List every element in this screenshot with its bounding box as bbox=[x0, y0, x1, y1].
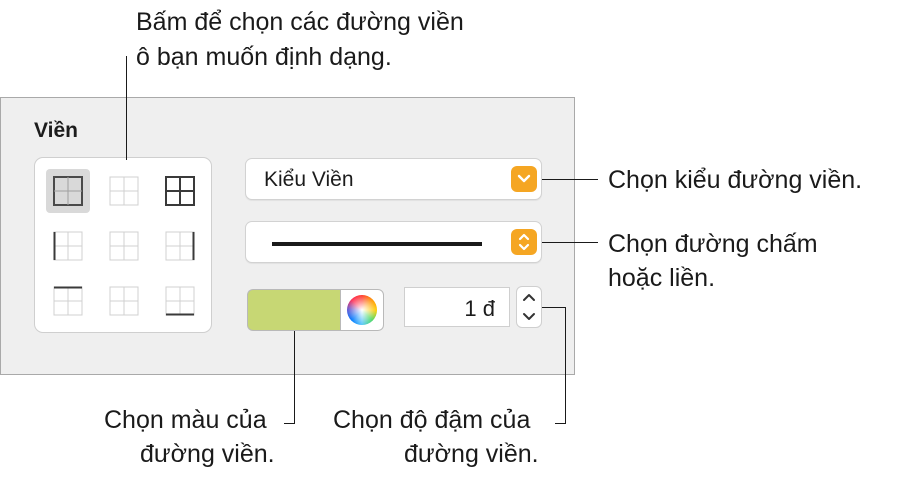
callout-select-borders-line2: ô bạn muốn định dạng. bbox=[136, 43, 392, 71]
chevron-down-icon bbox=[523, 313, 535, 320]
decrease-width-button[interactable] bbox=[517, 307, 541, 327]
border-option-inside-vertical[interactable] bbox=[102, 224, 146, 268]
border-style-value: Kiểu Viền bbox=[264, 168, 354, 191]
border-selection-grid bbox=[34, 157, 212, 333]
border-section-title: Viền bbox=[34, 119, 78, 142]
border-option-all[interactable] bbox=[158, 169, 202, 213]
callout-line-color bbox=[294, 331, 295, 423]
color-wheel-icon bbox=[347, 295, 377, 325]
border-option-outer-selected[interactable] bbox=[46, 169, 90, 213]
callout-line-type-line2: hoặc liền. bbox=[608, 264, 716, 292]
callout-line-weight-v bbox=[565, 307, 566, 423]
border-width-value: 1 đ bbox=[464, 296, 495, 321]
callout-line-weight-tick bbox=[555, 423, 566, 424]
border-option-bottom[interactable] bbox=[158, 279, 202, 323]
up-down-chevron-icon bbox=[518, 233, 530, 251]
callout-line-linetype bbox=[542, 242, 598, 243]
callout-color-line2: đường viền. bbox=[140, 440, 275, 468]
border-outer-icon bbox=[53, 176, 83, 206]
border-inside-vertical-icon bbox=[109, 231, 139, 261]
border-style-dropdown-button[interactable] bbox=[511, 166, 537, 192]
callout-line-style bbox=[542, 179, 598, 180]
border-width-stepper bbox=[516, 286, 542, 328]
callout-line-borders bbox=[126, 56, 127, 160]
chevron-down-icon bbox=[517, 174, 531, 183]
border-all-icon bbox=[165, 176, 195, 206]
border-top-icon bbox=[53, 286, 83, 316]
border-left-icon bbox=[53, 231, 83, 261]
callout-line-color-tick bbox=[284, 423, 295, 424]
callout-select-borders-line1: Bấm để chọn các đường viền bbox=[136, 8, 464, 36]
callout-line-weight-h bbox=[542, 307, 566, 308]
border-right-icon bbox=[165, 231, 195, 261]
border-inside-horizontal-icon bbox=[109, 286, 139, 316]
callout-weight-line2: đường viền. bbox=[404, 440, 539, 468]
callout-line-type-line1: Chọn đường chấm bbox=[608, 230, 818, 258]
border-option-right[interactable] bbox=[158, 224, 202, 268]
border-style-popup[interactable]: Kiểu Viền bbox=[245, 158, 542, 200]
color-wheel-button[interactable] bbox=[340, 289, 384, 331]
solid-line-sample bbox=[272, 242, 482, 246]
border-inside-icon bbox=[109, 176, 139, 206]
border-width-field[interactable]: 1 đ bbox=[404, 287, 510, 327]
border-option-left[interactable] bbox=[46, 224, 90, 268]
border-option-inside[interactable] bbox=[102, 169, 146, 213]
callout-weight-line1: Chọn độ đậm của bbox=[333, 406, 531, 434]
border-option-top[interactable] bbox=[46, 279, 90, 323]
border-color-swatch[interactable] bbox=[247, 289, 340, 331]
increase-width-button[interactable] bbox=[517, 287, 541, 307]
chevron-up-icon bbox=[523, 294, 535, 301]
border-option-inside-horizontal[interactable] bbox=[102, 279, 146, 323]
border-bottom-icon bbox=[165, 286, 195, 316]
callout-color-line1: Chọn màu của bbox=[104, 406, 267, 434]
callout-border-style: Chọn kiểu đường viền. bbox=[608, 166, 863, 194]
line-type-popup[interactable] bbox=[245, 221, 542, 263]
line-type-stepper-button[interactable] bbox=[511, 229, 537, 255]
